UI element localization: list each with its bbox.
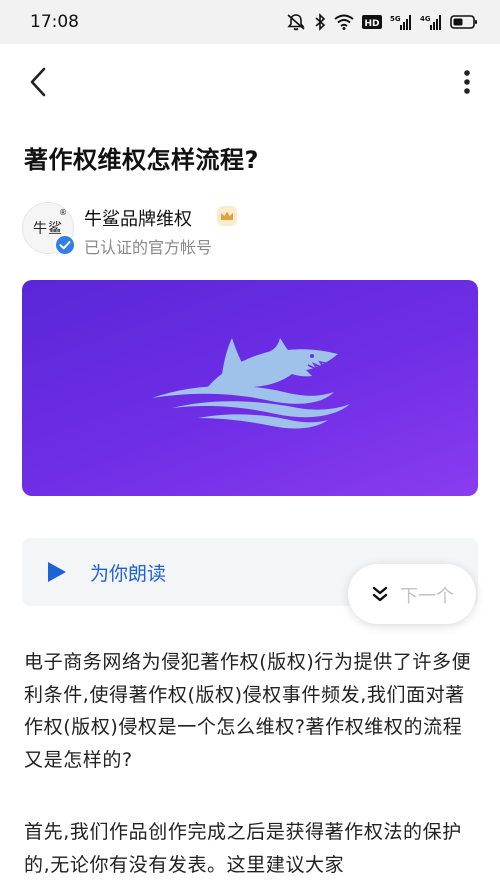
back-button[interactable] — [20, 62, 56, 102]
net-5g-label: 5G — [390, 15, 401, 23]
read-aloud-label[interactable]: 为你朗读 — [90, 559, 166, 586]
wifi-icon — [334, 14, 354, 30]
status-icons: HD 5G 4G — [286, 13, 478, 31]
author-row[interactable]: 牛鲨 ® 牛鲨品牌维权 已认证的官方帐号 — [22, 202, 482, 258]
next-article-label[interactable]: 下一个 — [400, 582, 454, 608]
double-chevron-down-icon — [372, 586, 388, 602]
status-time: 17:08 — [30, 12, 79, 32]
signal-4g-icon: 4G — [420, 13, 442, 31]
shark-logo-icon — [152, 338, 350, 429]
article-banner-image — [22, 280, 478, 496]
app-bar — [0, 48, 500, 116]
article-paragraph: 首先,我们作品创作完成之后是获得著作权法的保护的,无论你有没有发表。这里建议大家 — [24, 821, 462, 876]
next-article-button[interactable]: 下一个 — [348, 564, 476, 624]
author-name[interactable]: 牛鲨品牌维权 — [84, 205, 192, 231]
signal-5g-icon: 5G — [390, 13, 412, 31]
author-verified-label: 已认证的官方帐号 — [84, 238, 213, 257]
article-title: 著作权维权怎样流程? — [24, 146, 259, 174]
crown-badge-icon — [217, 206, 237, 226]
net-4g-label: 4G — [420, 15, 431, 23]
more-vertical-icon — [464, 70, 470, 94]
registered-mark: ® — [59, 208, 67, 217]
battery-icon — [450, 14, 478, 30]
hd-label: HD — [364, 19, 379, 29]
play-icon[interactable] — [44, 560, 68, 584]
verified-badge-icon — [54, 234, 76, 256]
chevron-left-icon — [30, 67, 46, 97]
article-paragraph: 电子商务网络为侵犯著作权(版权)行为提供了许多便利条件,使得著作权(版权)侵权事… — [24, 651, 472, 771]
bluetooth-icon — [314, 13, 326, 31]
status-bar: 17:08 HD 5G 4G — [0, 0, 500, 44]
more-options-button[interactable] — [454, 62, 480, 102]
mute-bell-icon — [286, 13, 306, 31]
hd-icon: HD — [362, 14, 382, 30]
